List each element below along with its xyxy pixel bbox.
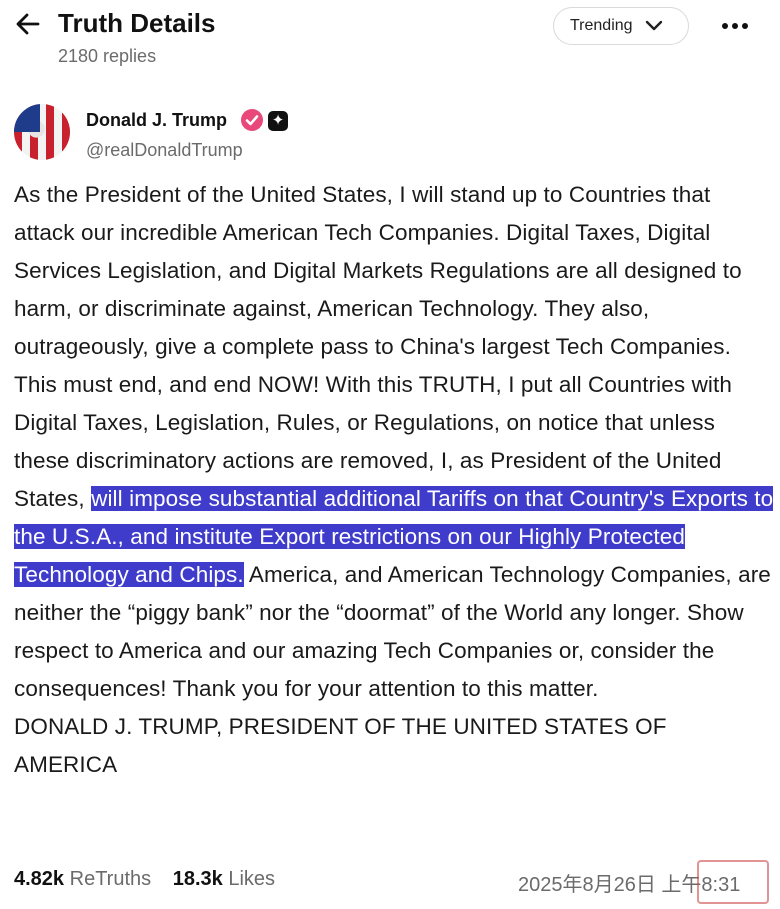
- author-handle[interactable]: @realDonaldTrump: [86, 140, 243, 161]
- watermark-stamp: [697, 860, 769, 904]
- retruths-label: ReTruths: [69, 868, 152, 890]
- arrow-left-icon: [16, 13, 40, 35]
- avatar[interactable]: [14, 104, 70, 160]
- back-button[interactable]: [14, 10, 42, 38]
- verified-badge-icon: [241, 109, 263, 131]
- more-horizontal-icon: [722, 23, 748, 29]
- likes-label: Likes: [228, 868, 276, 890]
- post-text-part: As the President of the United States, I…: [14, 182, 742, 511]
- likes-stat[interactable]: 18.3k Likes: [173, 868, 275, 890]
- retruths-count: 4.82k: [14, 868, 65, 890]
- author-name[interactable]: Donald J. Trump: [86, 110, 227, 131]
- reply-count: 2180 replies: [58, 46, 157, 66]
- page-header: Truth Details 2180 replies Trending: [0, 0, 780, 80]
- likes-count: 18.3k: [172, 868, 223, 890]
- page-title: Truth Details: [58, 8, 216, 38]
- more-options-button[interactable]: [720, 14, 750, 38]
- sort-dropdown-label: Trending: [570, 17, 633, 34]
- post-author: Donald J. Trump ✦ @realDonaldTrump: [14, 104, 614, 164]
- post-stats: 4.82k ReTruths 18.3k Likes: [14, 868, 275, 891]
- chevron-down-icon: [645, 20, 662, 31]
- sort-dropdown[interactable]: Trending: [553, 7, 689, 45]
- truth-plus-badge-icon: ✦: [268, 111, 288, 131]
- post-text: As the President of the United States, I…: [14, 176, 774, 784]
- post-signature: DONALD J. TRUMP, PRESIDENT OF THE UNITED…: [14, 714, 667, 777]
- retruths-stat[interactable]: 4.82k ReTruths: [14, 868, 151, 890]
